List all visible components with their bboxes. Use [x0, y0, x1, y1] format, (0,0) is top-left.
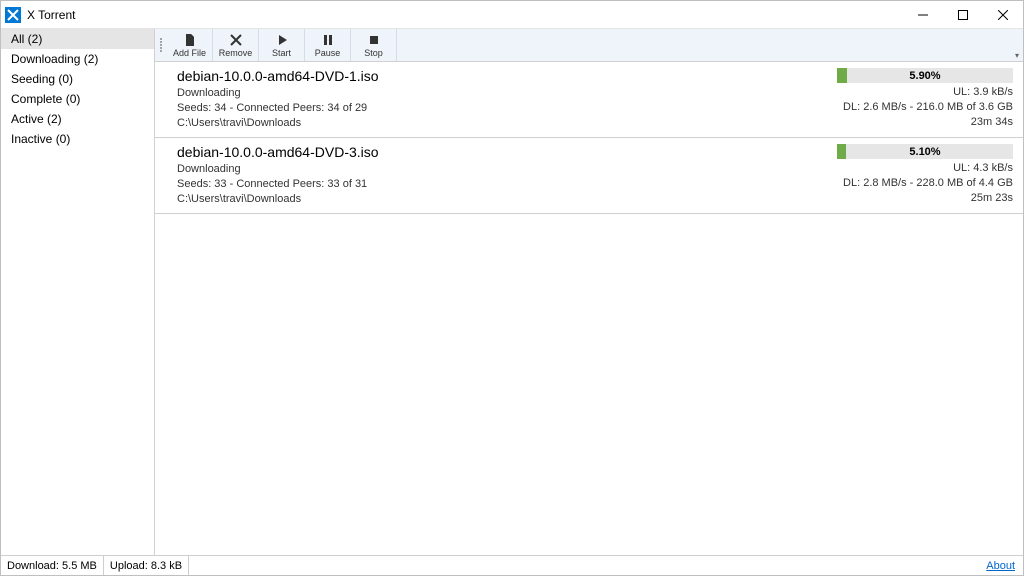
- status-upload: Upload: 8.3 kB: [104, 556, 189, 575]
- torrent-row[interactable]: debian-10.0.0-amd64-DVD-1.iso Downloading…: [155, 62, 1023, 138]
- torrent-name: debian-10.0.0-amd64-DVD-1.iso: [177, 68, 837, 84]
- status-bar: Download: 5.5 MB Upload: 8.3 kB About: [1, 555, 1023, 575]
- play-icon: [275, 33, 289, 47]
- torrent-stats: 5.90% UL: 3.9 kB/sDL: 2.6 MB/s - 216.0 MB…: [837, 68, 1013, 131]
- remove-button[interactable]: Remove: [213, 29, 259, 61]
- stop-button[interactable]: Stop: [351, 29, 397, 61]
- start-button[interactable]: Start: [259, 29, 305, 61]
- torrent-row[interactable]: debian-10.0.0-amd64-DVD-3.iso Downloading…: [155, 138, 1023, 214]
- torrent-status: Downloading: [177, 162, 837, 177]
- eta: 25m 23s: [971, 191, 1013, 206]
- stop-icon: [367, 33, 381, 47]
- about-link[interactable]: About: [978, 560, 1023, 572]
- sidebar-item-5[interactable]: Inactive (0): [1, 129, 154, 149]
- status-download: Download: 5.5 MB: [1, 556, 104, 575]
- sidebar-item-0[interactable]: All (2): [1, 29, 154, 49]
- torrent-info: debian-10.0.0-amd64-DVD-1.iso Downloading…: [177, 68, 837, 131]
- sidebar: All (2)Downloading (2)Seeding (0)Complet…: [1, 29, 155, 555]
- remove-label: Remove: [219, 48, 253, 58]
- add-file-label: Add File: [173, 48, 206, 58]
- upload-speed: UL: 3.9 kB/s: [953, 85, 1013, 100]
- sidebar-item-1[interactable]: Downloading (2): [1, 49, 154, 69]
- remove-icon: [229, 33, 243, 47]
- progress-text: 5.10%: [837, 144, 1013, 159]
- stop-label: Stop: [364, 48, 383, 58]
- pause-button[interactable]: Pause: [305, 29, 351, 61]
- pause-label: Pause: [315, 48, 341, 58]
- window-title: X Torrent: [27, 8, 75, 22]
- download-speed: DL: 2.8 MB/s - 228.0 MB of 4.4 GB: [843, 176, 1013, 191]
- pause-icon: [321, 33, 335, 47]
- sidebar-item-2[interactable]: Seeding (0): [1, 69, 154, 89]
- toolbar-overflow-icon[interactable]: ▾: [1015, 51, 1019, 60]
- minimize-button[interactable]: [903, 1, 943, 29]
- sidebar-item-4[interactable]: Active (2): [1, 109, 154, 129]
- torrent-stats: 5.10% UL: 4.3 kB/sDL: 2.8 MB/s - 228.0 MB…: [837, 144, 1013, 207]
- app-icon: [5, 7, 21, 23]
- torrent-name: debian-10.0.0-amd64-DVD-3.iso: [177, 144, 837, 160]
- torrent-info: debian-10.0.0-amd64-DVD-3.iso Downloading…: [177, 144, 837, 207]
- eta: 23m 34s: [971, 115, 1013, 130]
- sidebar-item-3[interactable]: Complete (0): [1, 89, 154, 109]
- progress-bar: 5.90%: [837, 68, 1013, 83]
- torrent-path: C:\Users\travi\Downloads: [177, 192, 837, 207]
- progress-bar: 5.10%: [837, 144, 1013, 159]
- close-button[interactable]: [983, 1, 1023, 29]
- title-bar[interactable]: X Torrent: [1, 1, 1023, 29]
- upload-speed: UL: 4.3 kB/s: [953, 161, 1013, 176]
- file-add-icon: [183, 33, 197, 47]
- torrent-peers: Seeds: 33 - Connected Peers: 33 of 31: [177, 177, 837, 192]
- app-window: X Torrent All (2)Downloading (2)Seeding …: [0, 0, 1024, 576]
- torrent-peers: Seeds: 34 - Connected Peers: 34 of 29: [177, 101, 837, 116]
- torrent-path: C:\Users\travi\Downloads: [177, 116, 837, 131]
- main-panel: Add File Remove Start: [155, 29, 1023, 555]
- torrent-list: debian-10.0.0-amd64-DVD-1.iso Downloading…: [155, 62, 1023, 555]
- app-body: All (2)Downloading (2)Seeding (0)Complet…: [1, 29, 1023, 555]
- toolbar-grip[interactable]: [159, 29, 165, 61]
- torrent-status: Downloading: [177, 86, 837, 101]
- start-label: Start: [272, 48, 291, 58]
- maximize-button[interactable]: [943, 1, 983, 29]
- add-file-button[interactable]: Add File: [167, 29, 213, 61]
- toolbar: Add File Remove Start: [155, 29, 1023, 62]
- progress-text: 5.90%: [837, 68, 1013, 83]
- download-speed: DL: 2.6 MB/s - 216.0 MB of 3.6 GB: [843, 100, 1013, 115]
